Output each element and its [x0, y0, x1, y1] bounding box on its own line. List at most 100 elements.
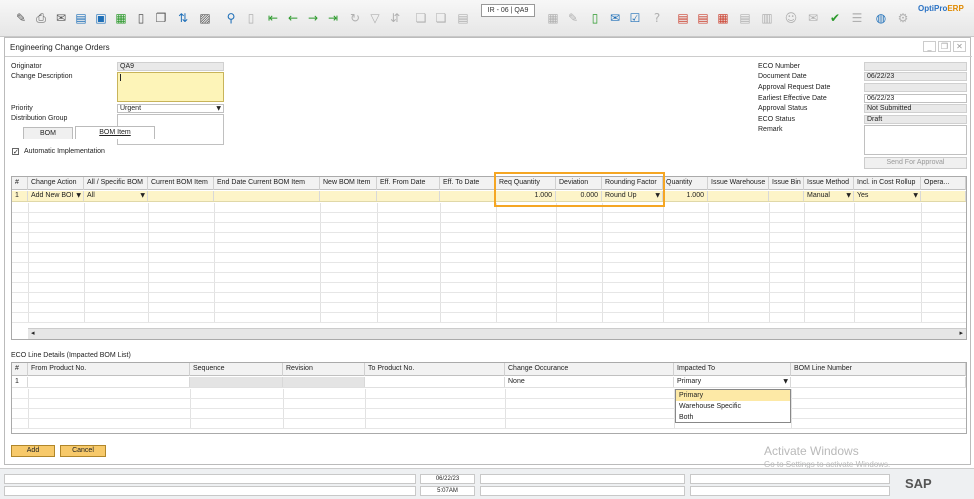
layout-icon[interactable]: ▥	[760, 11, 774, 25]
change-action-cell[interactable]: Add New BOI ▼	[28, 191, 84, 201]
col-header[interactable]: Issue Warehouse	[708, 177, 769, 190]
priority-select[interactable]: Urgent ▼	[117, 104, 224, 113]
document-icon[interactable]: ▯	[134, 11, 148, 25]
col-header[interactable]: #	[12, 363, 28, 376]
send-for-approval-button[interactable]: Send For Approval	[864, 157, 967, 169]
report-alert-icon[interactable]: ▤	[696, 11, 710, 25]
empty-table-row[interactable]	[12, 419, 966, 429]
dropdown-option-warehouse-specific[interactable]: Warehouse Specific	[676, 401, 790, 412]
to-product-cell[interactable]	[365, 377, 505, 387]
dropdown-option-both[interactable]: Both	[676, 412, 790, 423]
save-icon[interactable]: ▣	[94, 11, 108, 25]
help-doc-icon[interactable]: ?	[650, 11, 664, 25]
col-header[interactable]: Sequence	[190, 363, 283, 376]
find-icon[interactable]: ⚲	[224, 11, 238, 25]
table-row[interactable]: 1 None Primary ▼	[12, 377, 966, 388]
current-bom-item-cell[interactable]	[148, 191, 214, 201]
eff-from-cell[interactable]	[377, 191, 440, 201]
tab-bom-item[interactable]: BOM Item	[75, 126, 155, 139]
cancel-button[interactable]: Cancel	[60, 445, 106, 457]
target-doc-icon[interactable]: ❏	[434, 11, 448, 25]
globe-icon[interactable]: ◍	[874, 11, 888, 25]
col-header[interactable]: New BOM Item	[320, 177, 377, 190]
col-header[interactable]: All / Specific BOM	[84, 177, 148, 190]
empty-table-row[interactable]	[12, 409, 966, 419]
change-occurance-cell[interactable]: None	[505, 377, 674, 387]
minimize-icon[interactable]: _	[923, 41, 936, 52]
col-header[interactable]: To Product No.	[365, 363, 505, 376]
print-icon[interactable]: ⎙	[34, 11, 48, 25]
sort-icon[interactable]: ⇵	[388, 11, 402, 25]
email-icon[interactable]: ✉	[54, 11, 68, 25]
new-bom-item-cell[interactable]	[320, 191, 377, 201]
settings-doc-icon[interactable]: ▨	[198, 11, 212, 25]
message-icon[interactable]: ✉	[608, 11, 622, 25]
from-product-cell[interactable]	[28, 377, 190, 387]
empty-table-row[interactable]	[12, 263, 966, 273]
empty-table-row[interactable]	[12, 233, 966, 243]
impacted-to-cell[interactable]: Primary ▼	[674, 377, 791, 387]
col-header[interactable]: Opera...	[921, 177, 966, 190]
calendar-icon[interactable]: ▦	[716, 11, 730, 25]
empty-table-row[interactable]	[12, 273, 966, 283]
col-header[interactable]: Issue Bin	[769, 177, 804, 190]
fax-icon[interactable]: ▤	[74, 11, 88, 25]
col-header[interactable]: Quantity	[663, 177, 708, 190]
col-header[interactable]: Current BOM Item	[148, 177, 214, 190]
empty-table-row[interactable]	[12, 399, 966, 409]
earliest-effective-date-field[interactable]: 06/22/23	[864, 94, 967, 103]
eco-number-field[interactable]	[864, 62, 967, 71]
horizontal-scrollbar[interactable]: ◂ ▸	[28, 328, 966, 339]
change-description-field[interactable]	[117, 72, 224, 102]
empty-table-row[interactable]	[12, 389, 966, 399]
empty-table-row[interactable]	[12, 223, 966, 233]
empty-table-row[interactable]	[12, 283, 966, 293]
empty-table-row[interactable]	[12, 293, 966, 303]
empty-table-row[interactable]	[12, 243, 966, 253]
messages-icon[interactable]: ✉	[806, 11, 820, 25]
issue-warehouse-cell[interactable]	[708, 191, 769, 201]
users-icon[interactable]: ☺	[784, 11, 798, 25]
empty-table-row[interactable]	[12, 213, 966, 223]
excel-icon[interactable]: ▦	[114, 11, 128, 25]
incl-cost-rollup-cell[interactable]: Yes ▼	[854, 191, 921, 201]
col-header[interactable]: Eff. From Date	[377, 177, 440, 190]
approval-request-date-field[interactable]	[864, 83, 967, 92]
automatic-implementation-checkbox[interactable]: ✓	[12, 148, 19, 156]
tab-bom[interactable]: BOM	[23, 127, 73, 139]
next-record-icon[interactable]: →	[306, 11, 320, 25]
col-header[interactable]: Incl. in Cost Rollup	[854, 177, 921, 190]
empty-table-row[interactable]	[12, 313, 966, 323]
end-date-cell[interactable]	[214, 191, 320, 201]
quantity-cell[interactable]: 1.000	[663, 191, 708, 201]
col-header[interactable]: Impacted To	[674, 363, 791, 376]
prev-record-icon[interactable]: ←	[286, 11, 300, 25]
checklist-icon[interactable]: ☑	[628, 11, 642, 25]
edit-line-icon[interactable]: ✎	[566, 11, 580, 25]
operation-cell[interactable]	[921, 191, 966, 201]
scroll-right-icon[interactable]: ▸	[959, 329, 963, 337]
report-icon[interactable]: ▤	[676, 11, 690, 25]
document-date-field[interactable]: 06/22/23	[864, 72, 967, 81]
col-header[interactable]: From Product No.	[28, 363, 190, 376]
table-row[interactable]: 1 Add New BOI ▼ All ▼ 1.000 0.000 Round Up…	[12, 191, 966, 202]
bom-line-number-cell[interactable]	[791, 377, 966, 387]
calculator-icon[interactable]: ▦	[546, 11, 560, 25]
restore-icon[interactable]: ❐	[938, 41, 951, 52]
filter-icon[interactable]: ▽	[368, 11, 382, 25]
empty-table-row[interactable]	[12, 203, 966, 213]
gear-icon[interactable]: ⚙	[896, 11, 910, 25]
all-specific-cell[interactable]: All ▼	[84, 191, 148, 201]
dropdown-option-primary[interactable]: Primary	[676, 390, 790, 401]
eff-to-cell[interactable]	[440, 191, 496, 201]
copy-doc-icon[interactable]: ❐	[154, 11, 168, 25]
new-doc-icon[interactable]: ▯	[588, 11, 602, 25]
close-icon[interactable]: ✕	[953, 41, 966, 52]
empty-table-row[interactable]	[12, 253, 966, 263]
issue-bin-cell[interactable]	[769, 191, 804, 201]
issue-method-cell[interactable]: Manual ▼	[804, 191, 854, 201]
remark-field[interactable]	[864, 125, 967, 155]
col-header[interactable]: End Date Current BOM Item	[214, 177, 320, 190]
col-header[interactable]: Change Action	[28, 177, 84, 190]
empty-table-row[interactable]	[12, 303, 966, 313]
